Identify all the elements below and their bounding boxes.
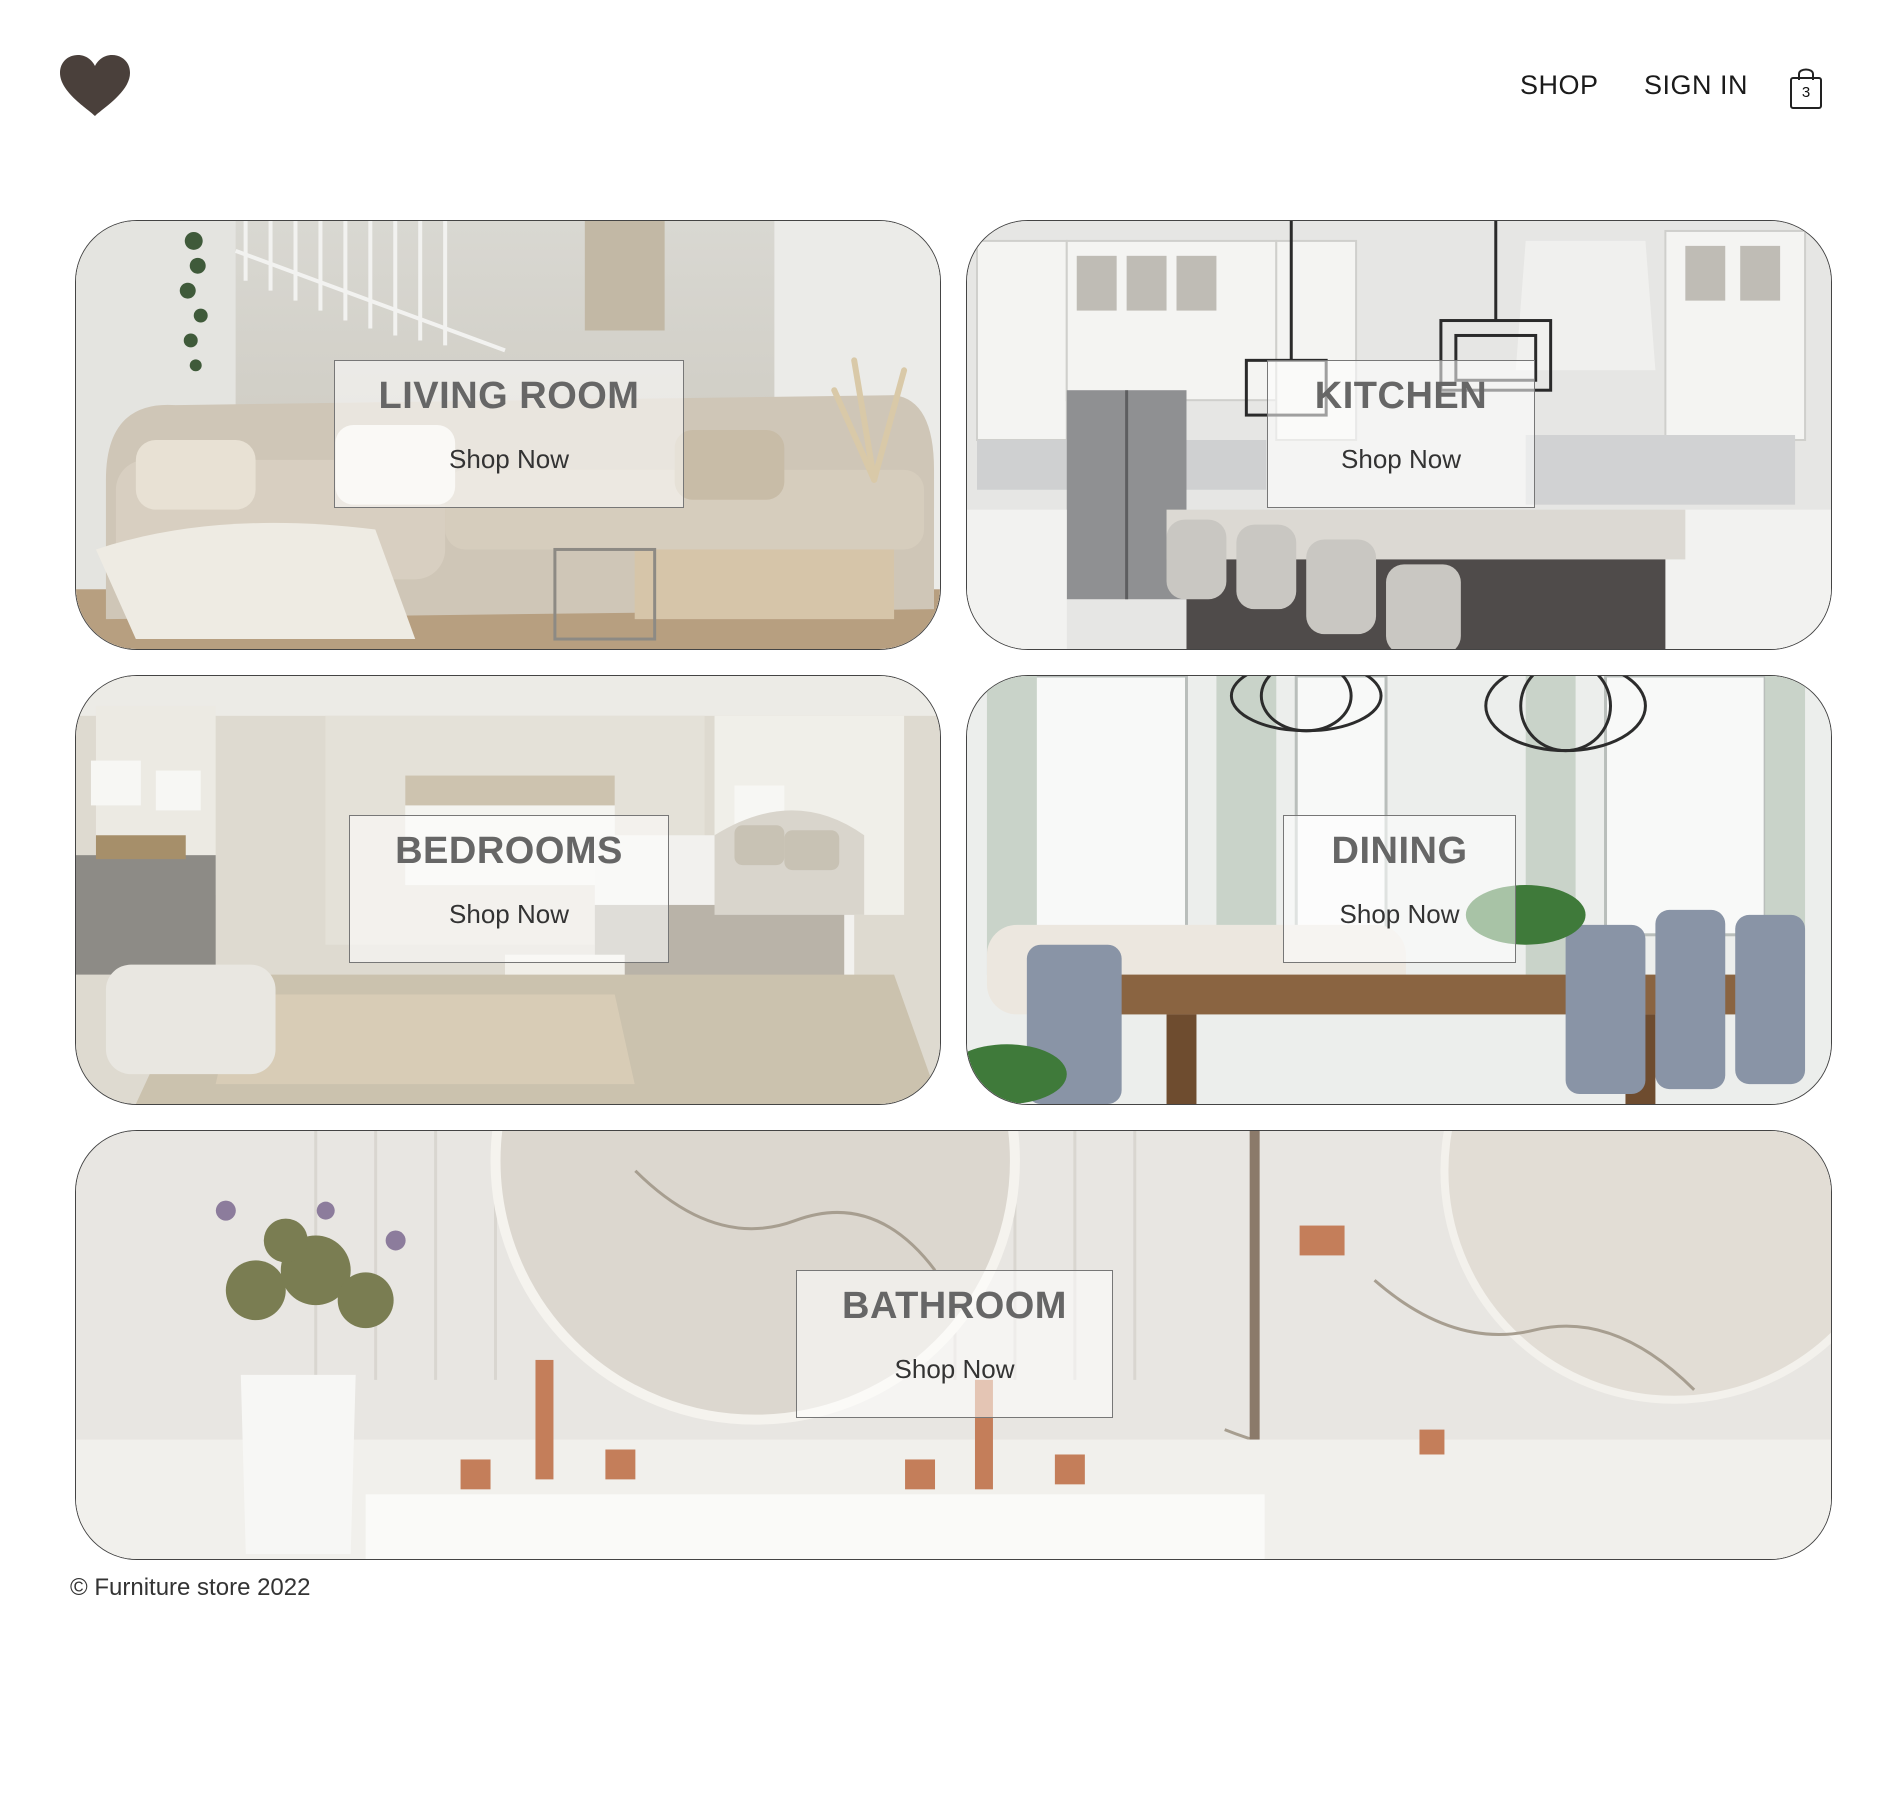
category-label-box: BATHROOM Shop Now [796, 1270, 1113, 1418]
category-title: DINING [1331, 830, 1468, 872]
shop-now-link[interactable]: Shop Now [797, 1354, 1112, 1385]
shop-now-link[interactable]: Shop Now [350, 899, 668, 930]
category-title: BATHROOM [842, 1285, 1067, 1327]
heart-icon[interactable] [58, 54, 132, 118]
category-card-dining[interactable]: DINING Shop Now [966, 675, 1832, 1105]
shop-now-link[interactable]: Shop Now [335, 444, 683, 475]
category-card-kitchen[interactable]: KITCHEN Shop Now [966, 220, 1832, 650]
category-card-living-room[interactable]: LIVING ROOM Shop Now [75, 220, 941, 650]
category-card-bedrooms[interactable]: BEDROOMS Shop Now [75, 675, 941, 1105]
page: SHOP SIGN IN 3 LIVING ROOM Shop Now KITC… [0, 0, 1899, 1804]
category-title: LIVING ROOM [378, 375, 640, 417]
shop-now-link[interactable]: Shop Now [1284, 899, 1515, 930]
cart-count-badge: 3 [1801, 84, 1811, 101]
category-title: BEDROOMS [395, 830, 623, 872]
category-card-bathroom[interactable]: BATHROOM Shop Now [75, 1130, 1832, 1560]
nav-shop-link[interactable]: SHOP [1520, 70, 1599, 101]
category-title: KITCHEN [1314, 375, 1488, 417]
category-label-box: LIVING ROOM Shop Now [334, 360, 684, 508]
nav-sign-in-link[interactable]: SIGN IN [1644, 70, 1748, 101]
footer-copyright: © Furniture store 2022 [70, 1574, 311, 1601]
category-label-box: KITCHEN Shop Now [1267, 360, 1535, 508]
category-label-box: BEDROOMS Shop Now [349, 815, 669, 963]
cart-button[interactable]: 3 [1786, 64, 1826, 110]
site-header: SHOP SIGN IN 3 [0, 0, 1899, 170]
shop-now-link[interactable]: Shop Now [1268, 444, 1534, 475]
category-label-box: DINING Shop Now [1283, 815, 1516, 963]
